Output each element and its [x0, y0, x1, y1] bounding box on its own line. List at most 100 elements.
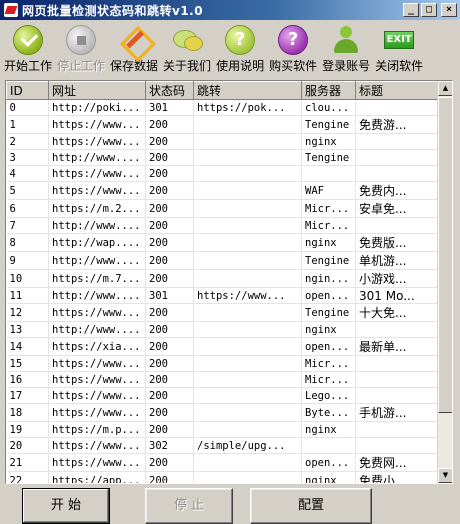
- scroll-thumb[interactable]: [438, 97, 452, 413]
- users-icon: [331, 25, 361, 55]
- cell-title: 十大免...: [355, 303, 439, 322]
- column-header-id[interactable]: ID: [6, 81, 49, 100]
- stop-button[interactable]: 停 止: [145, 488, 233, 524]
- vertical-scrollbar[interactable]: ▲ ▼: [437, 81, 452, 483]
- results-table[interactable]: ID 网址 状态码 跳转 服务器 标题 0 http://poki... 301 ht…: [5, 80, 453, 484]
- cell-redirect: [193, 251, 302, 270]
- cell-status: 200: [145, 303, 194, 322]
- cell-url: https://www...: [48, 165, 146, 182]
- cell-redirect: [193, 387, 302, 404]
- cell-url: https://www...: [48, 133, 146, 150]
- stop-work-button[interactable]: 停止工作: [57, 20, 105, 76]
- cell-url: http://www....: [48, 321, 146, 338]
- table-row[interactable]: 7 http://www.... 200 Micr...: [6, 217, 439, 234]
- chat-bubbles-icon: [172, 25, 204, 55]
- table-row[interactable]: 10 https://m.7... 200 ngin... 小游戏...: [6, 269, 439, 288]
- table-row[interactable]: 20 https://www... 302/simple/upg...: [6, 437, 439, 454]
- table-row[interactable]: 18 https://www... 200 Byte... 手机游...: [6, 403, 439, 422]
- table-row[interactable]: 15 https://www... 200 Micr...: [6, 355, 439, 372]
- cell-server: [301, 165, 356, 182]
- cell-id: 17: [6, 387, 49, 404]
- minimize-button[interactable]: _: [403, 3, 419, 17]
- cell-title: [355, 355, 439, 372]
- cell-id: 13: [6, 321, 49, 338]
- tool-label: 保存数据: [110, 59, 159, 73]
- column-header-url[interactable]: 网址: [48, 81, 146, 100]
- cell-url: https://www...: [48, 355, 146, 372]
- column-header-title[interactable]: 标题: [355, 81, 439, 100]
- cell-status: 200: [145, 403, 194, 422]
- table-row[interactable]: 13 http://www.... 200 nginx: [6, 321, 439, 338]
- table-row[interactable]: 6 https://m.2... 200 Micr... 安卓免...: [6, 199, 439, 218]
- table-row[interactable]: 1 https://www... 200 Tengine 免费游...: [6, 115, 439, 134]
- column-header-status[interactable]: 状态码: [145, 81, 194, 100]
- cell-title: [355, 99, 439, 116]
- cell-server: ngin...: [301, 269, 356, 288]
- close-software-button[interactable]: EXIT 关闭软件: [375, 20, 423, 76]
- table-row[interactable]: 14 https://xia... 200 open... 最新单...: [6, 337, 439, 356]
- cell-url: https://m.2...: [48, 199, 146, 218]
- title-bar: 网页批量检测状态码和跳转v1.0 _ □ ×: [0, 0, 460, 20]
- cell-url: https://app...: [48, 471, 146, 483]
- scroll-up-icon[interactable]: ▲: [438, 81, 452, 96]
- cell-url: http://www....: [48, 287, 146, 304]
- maximize-button[interactable]: □: [421, 3, 437, 17]
- tool-label: 购买软件: [269, 59, 318, 73]
- cell-server: nginx: [301, 421, 356, 438]
- cell-url: https://www...: [48, 371, 146, 388]
- cell-server: [301, 437, 356, 454]
- column-header-server[interactable]: 服务器: [301, 81, 356, 100]
- table-row[interactable]: 17 https://www... 200 Lego...: [6, 387, 439, 404]
- cell-status: 301: [145, 99, 194, 116]
- scroll-down-icon[interactable]: ▼: [438, 468, 452, 483]
- cell-server: Lego...: [301, 387, 356, 404]
- table-row[interactable]: 3 http://www.... 200 Tengine: [6, 149, 439, 166]
- cell-url: https://www...: [48, 437, 146, 454]
- cell-url: https://m.7...: [48, 269, 146, 288]
- table-row[interactable]: 8 http://wap.... 200 nginx 免费版...: [6, 233, 439, 252]
- cell-status: 200: [145, 251, 194, 270]
- buy-software-button[interactable]: ? 购买软件: [269, 20, 317, 76]
- cell-redirect: [193, 471, 302, 483]
- table-row[interactable]: 19 https://m.p... 200 nginx: [6, 421, 439, 438]
- table-row[interactable]: 4 https://www... 200: [6, 165, 439, 182]
- table-row[interactable]: 22 https://app... 200 nginx 免费小...: [6, 471, 439, 483]
- table-row[interactable]: 2 https://www... 200 nginx: [6, 133, 439, 150]
- tool-label: 停止工作: [57, 59, 106, 73]
- start-work-button[interactable]: 开始工作: [4, 20, 52, 76]
- cell-title: 免费游...: [355, 115, 439, 134]
- cell-redirect: [193, 199, 302, 218]
- cell-title: [355, 371, 439, 388]
- cell-server: nginx: [301, 471, 356, 483]
- table-row[interactable]: 11 http://www.... 301 https://www... open...…: [6, 287, 439, 304]
- save-data-button[interactable]: 保存数据: [110, 20, 158, 76]
- cell-status: 200: [145, 337, 194, 356]
- cell-title: [355, 421, 439, 438]
- cell-server: Byte...: [301, 403, 356, 422]
- table-row[interactable]: 0 http://poki... 301 https://pok... clou...: [6, 99, 439, 116]
- close-button[interactable]: ×: [441, 3, 457, 17]
- column-header-redirect[interactable]: 跳转: [193, 81, 302, 100]
- exit-icon: EXIT: [384, 25, 415, 55]
- cell-title: [355, 165, 439, 182]
- config-button[interactable]: 配置: [250, 488, 372, 524]
- cell-status: 200: [145, 233, 194, 252]
- user-guide-button[interactable]: ? 使用说明: [216, 20, 264, 76]
- cell-server: open...: [301, 337, 356, 356]
- cell-url: https://www...: [48, 303, 146, 322]
- cell-status: 200: [145, 165, 194, 182]
- table-row[interactable]: 21 https://www... 200 open... 免费网...: [6, 453, 439, 472]
- login-account-button[interactable]: 登录账号: [322, 20, 370, 76]
- cell-id: 2: [6, 133, 49, 150]
- table-row[interactable]: 5 https://www... 200 WAF 免费内...: [6, 181, 439, 200]
- table-row[interactable]: 12 https://www... 200 Tengine 十大免...: [6, 303, 439, 322]
- about-us-button[interactable]: 关于我们: [163, 20, 211, 76]
- start-button[interactable]: 开 始: [22, 488, 110, 524]
- cell-title: [355, 217, 439, 234]
- table-row[interactable]: 9 http://www.... 200 Tengine 单机游...: [6, 251, 439, 270]
- cell-server: Tengine: [301, 251, 356, 270]
- table-row[interactable]: 16 https://www... 200 Micr...: [6, 371, 439, 388]
- cell-id: 22: [6, 471, 49, 483]
- cell-id: 18: [6, 403, 49, 422]
- cell-url: http://www....: [48, 217, 146, 234]
